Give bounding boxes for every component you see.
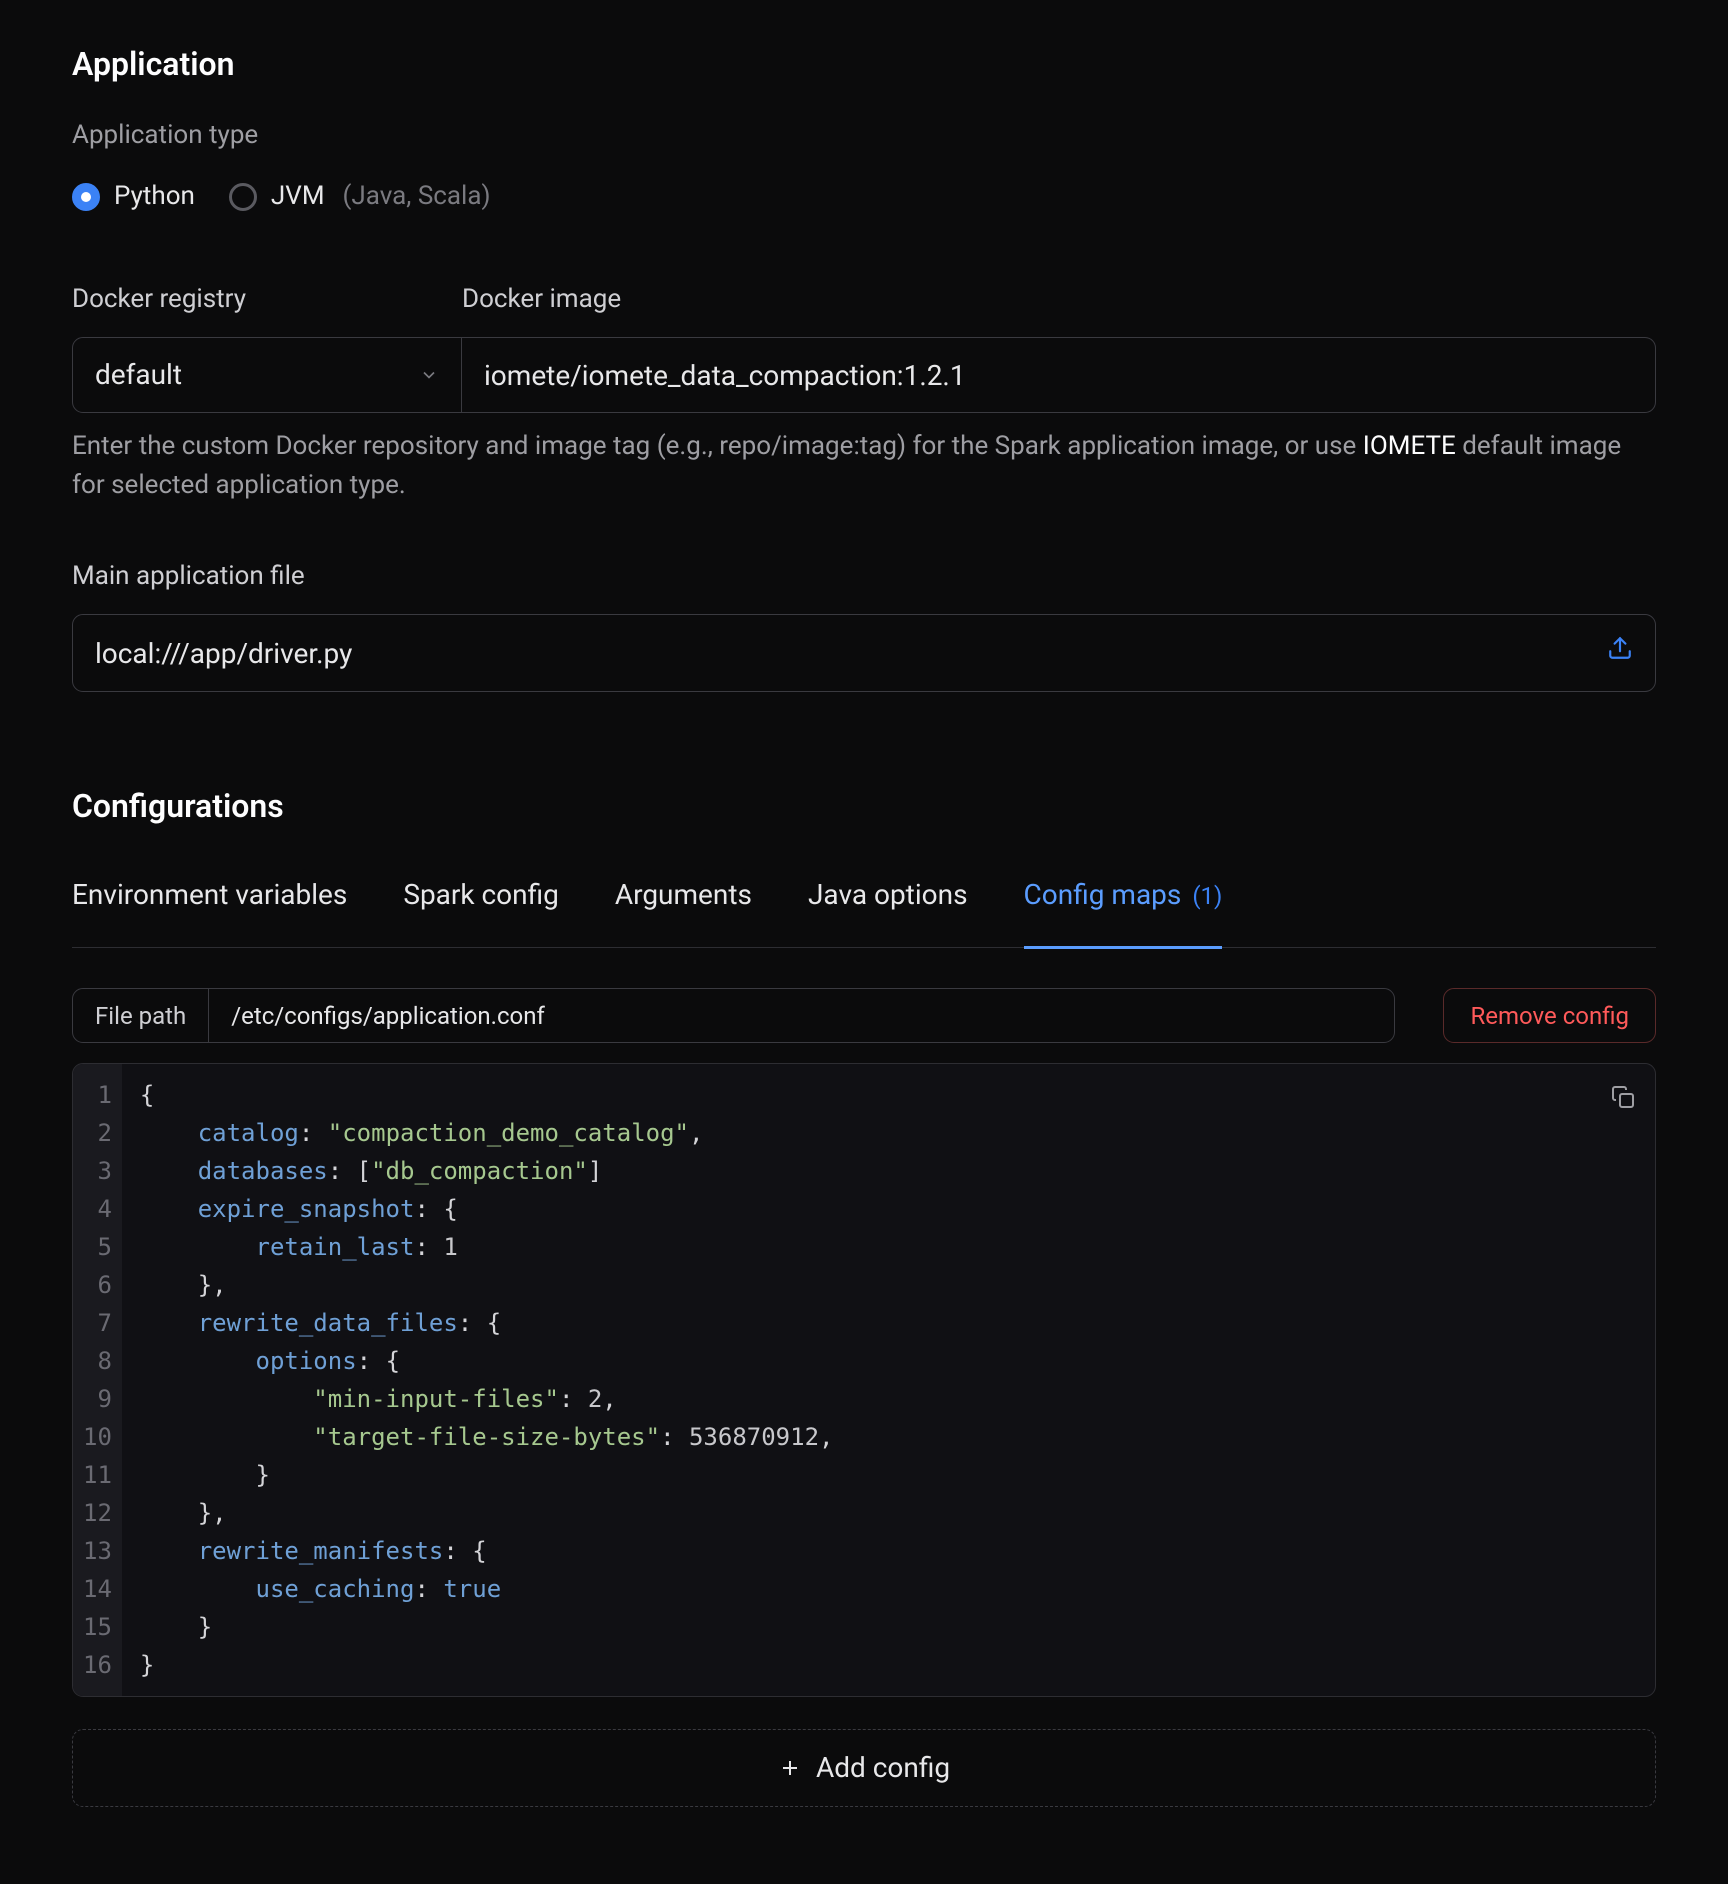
main-file-label: Main application file [72, 557, 1656, 596]
docker-image-label: Docker image [462, 280, 1656, 319]
radio-jvm-label: JVM [271, 177, 325, 216]
copy-icon[interactable] [1611, 1082, 1635, 1121]
configurations-heading: Configurations [72, 782, 1656, 830]
application-heading: Application [72, 40, 1656, 88]
code-content[interactable]: { catalog: "compaction_demo_catalog", da… [122, 1064, 1655, 1696]
docker-registry-value: default [95, 354, 182, 396]
radio-circle-icon [72, 183, 100, 211]
docker-registry-label: Docker registry [72, 280, 462, 319]
application-type-label: Application type [72, 116, 1656, 155]
remove-config-button[interactable]: Remove config [1443, 988, 1656, 1043]
docker-registry-select[interactable]: default [72, 337, 462, 413]
tab-arguments[interactable]: Arguments [615, 858, 752, 949]
tab-env-variables[interactable]: Environment variables [72, 858, 347, 949]
docker-image-input[interactable] [462, 337, 1656, 413]
tab-config-maps[interactable]: Config maps (1) [1024, 858, 1223, 949]
tab-java-options[interactable]: Java options [808, 858, 968, 949]
config-code-editor[interactable]: 12345678910111213141516 { catalog: "comp… [72, 1063, 1656, 1697]
radio-python[interactable]: Python [72, 177, 195, 216]
file-path-field: File path [72, 988, 1395, 1043]
radio-jvm-hint: (Java, Scala) [343, 177, 491, 216]
file-path-label: File path [73, 989, 209, 1042]
config-tabs: Environment variables Spark config Argum… [72, 858, 1656, 948]
code-gutter: 12345678910111213141516 [73, 1064, 122, 1696]
plus-icon [778, 1756, 802, 1780]
upload-icon[interactable] [1607, 634, 1633, 673]
main-file-input[interactable] [95, 637, 1607, 670]
radio-circle-icon [229, 183, 257, 211]
add-config-button[interactable]: Add config [72, 1729, 1656, 1807]
docker-helper-text: Enter the custom Docker repository and i… [72, 427, 1656, 505]
radio-jvm[interactable]: JVM (Java, Scala) [229, 177, 491, 216]
add-config-label: Add config [816, 1747, 950, 1789]
file-path-input[interactable] [209, 989, 1394, 1042]
application-type-radios: Python JVM (Java, Scala) [72, 177, 1656, 216]
tab-spark-config[interactable]: Spark config [403, 858, 559, 949]
radio-python-label: Python [114, 177, 195, 216]
chevron-down-icon [419, 365, 439, 385]
